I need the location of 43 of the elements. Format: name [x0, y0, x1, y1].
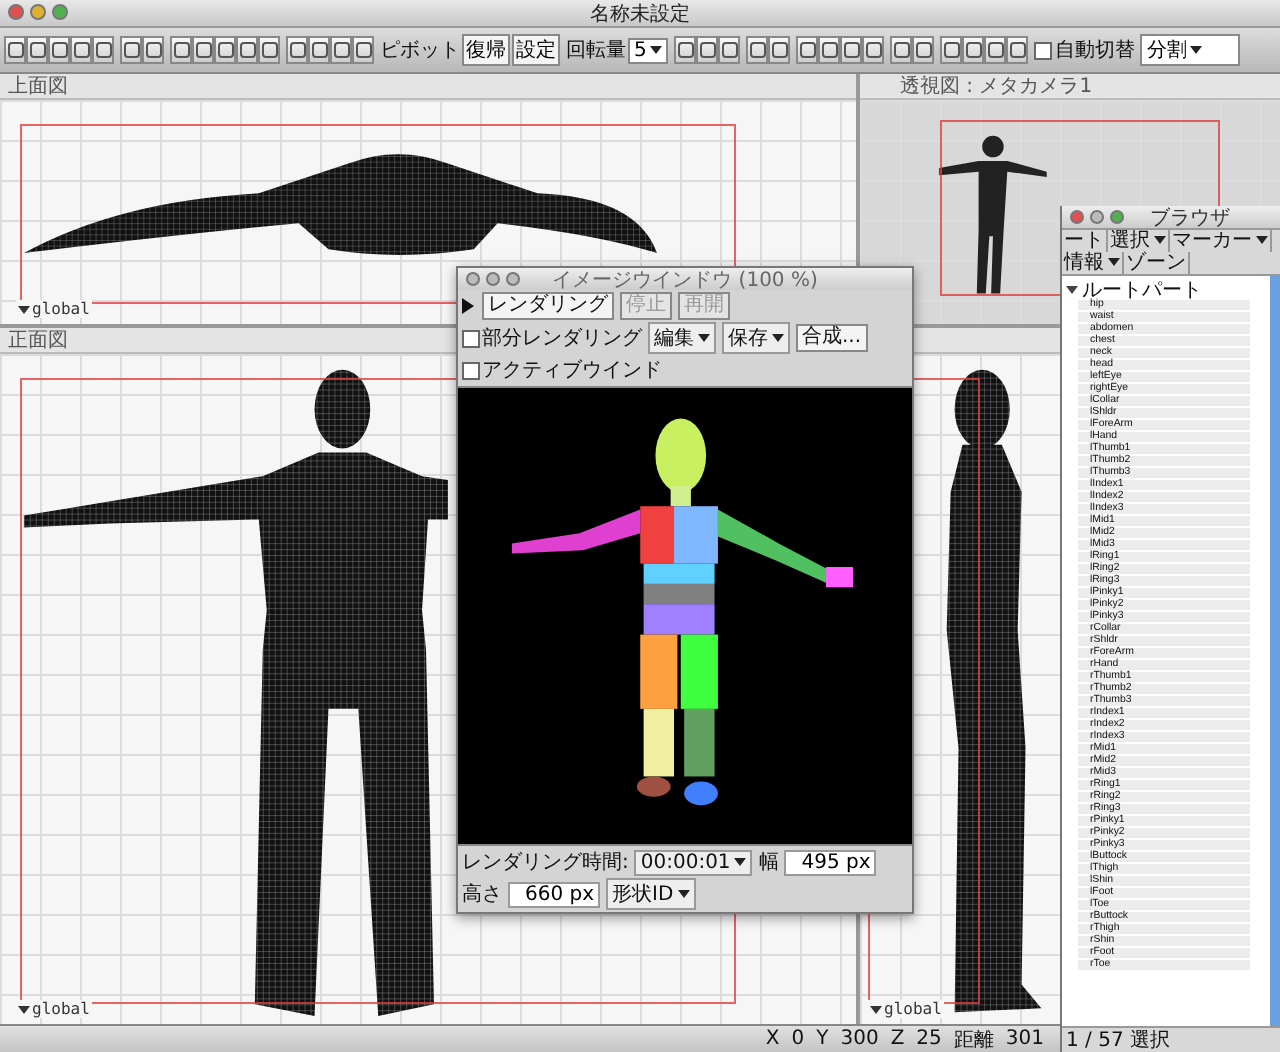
coordinate-value: 301: [1005, 1028, 1044, 1050]
rotation-select[interactable]: 5: [628, 37, 669, 63]
browser-tab[interactable]: ート: [1062, 230, 1108, 252]
render-toolbar-button[interactable]: レンダリング: [482, 292, 614, 320]
width-field[interactable]: 495 px: [784, 849, 877, 875]
checkbox-label: アクティブウインド: [482, 357, 662, 384]
browser-tab[interactable]: マーカー: [1170, 230, 1272, 252]
axis-label: global: [884, 1000, 942, 1018]
render-time-select[interactable]: 00:00:01: [634, 849, 753, 875]
height-label: 高さ: [462, 881, 502, 908]
split-select[interactable]: 分割: [1140, 34, 1241, 66]
pivot-label: ピボット: [380, 38, 460, 64]
menu-button[interactable]: 保存: [722, 322, 790, 354]
coordinate-value: 25: [916, 1028, 942, 1050]
menu-button[interactable]: 編集: [648, 322, 716, 354]
selection-count: 1 / 57 選択: [1066, 1028, 1170, 1052]
coordinate-value: 0: [791, 1028, 805, 1050]
window-title: 名称未設定: [590, 1, 690, 27]
rotation-label: 回転量: [566, 38, 626, 64]
viewport-label: 上面図: [8, 73, 68, 100]
viewport-label: 透視図 : メタカメラ1: [900, 73, 1093, 100]
render-toolbar-button[interactable]: 合成...: [796, 324, 868, 352]
coordinate-label: Z: [890, 1028, 905, 1050]
window-title: ブラウザ: [1150, 205, 1230, 231]
browser-tab[interactable]: ゾーン: [1124, 252, 1190, 274]
auto-switch-label: 自動切替: [1054, 37, 1135, 64]
render-time-label: レンダリング時間:: [462, 849, 629, 876]
height-field[interactable]: 660 px: [508, 881, 600, 907]
coordinate-value: 300: [840, 1028, 879, 1050]
viewport-label: 正面図: [8, 328, 68, 354]
browser-tab[interactable]: 情報: [1062, 252, 1124, 274]
width-label: 幅: [758, 850, 779, 876]
coordinate-label: Y: [816, 1028, 829, 1050]
axis-label: global: [32, 1000, 90, 1018]
mode-select[interactable]: 形状ID: [606, 878, 696, 910]
coordinate-label: X: [765, 1028, 780, 1050]
window-title: イメージウインドウ (100 %): [552, 267, 818, 293]
checkbox-label: 部分レンダリング: [482, 325, 642, 352]
coordinate-label: 距離: [953, 1027, 994, 1052]
reset-button[interactable]: 復帰: [462, 34, 510, 66]
set-button[interactable]: 設定: [512, 34, 560, 66]
axis-label: global: [32, 300, 90, 318]
browser-tab[interactable]: 選択: [1108, 230, 1170, 252]
